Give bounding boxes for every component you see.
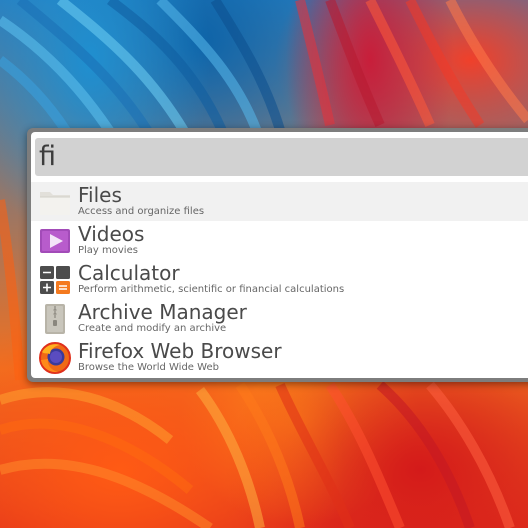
result-item-firefox[interactable]: Firefox Web Browser Browse the World Wid… [31, 338, 528, 377]
result-description: Create and modify an archive [78, 323, 227, 334]
result-name: Firefox Web Browser [78, 339, 282, 363]
videos-play-icon [40, 229, 70, 253]
search-bar[interactable] [35, 138, 528, 176]
result-item-files[interactable]: Files Access and organize files [31, 182, 528, 221]
result-description: Access and organize files [78, 206, 205, 217]
result-item-calculator[interactable]: Calculator Perform arithmetic, scientifi… [31, 260, 528, 299]
archive-zipper-icon [45, 304, 65, 334]
calculator-icon [40, 266, 70, 294]
firefox-icon [39, 342, 71, 374]
result-description: Perform arithmetic, scientific or financ… [78, 284, 345, 295]
result-description: Browse the World Wide Web [78, 362, 219, 373]
result-item-archive-manager[interactable]: Archive Manager Create and modify an arc… [31, 299, 528, 338]
results-list: Files Access and organize files Videos P… [31, 182, 528, 377]
app-launcher-popup: Files Access and organize files Videos P… [27, 128, 528, 382]
result-name: Archive Manager [78, 300, 247, 324]
result-name: Files [78, 183, 122, 207]
search-input[interactable] [39, 138, 519, 176]
result-name: Calculator [78, 261, 180, 285]
launcher-panel: Files Access and organize files Videos P… [31, 132, 528, 378]
result-name: Videos [78, 222, 145, 246]
result-description: Play movies [78, 245, 138, 256]
result-item-videos[interactable]: Videos Play movies [31, 221, 528, 260]
folder-icon [40, 192, 70, 215]
